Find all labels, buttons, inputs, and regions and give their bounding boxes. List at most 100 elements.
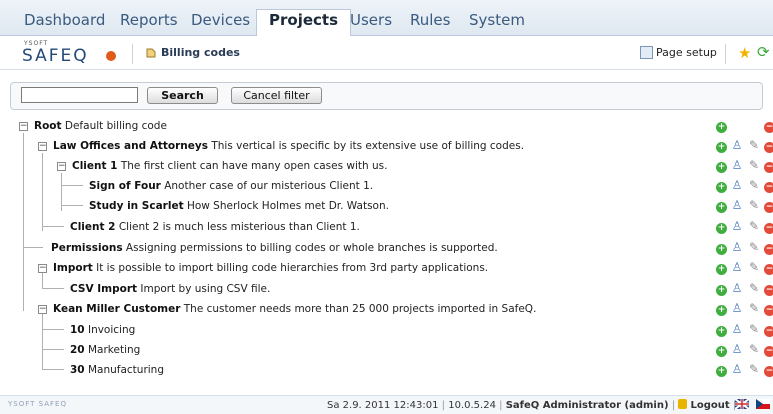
edit-wrench-icon[interactable]: ✎ bbox=[748, 220, 760, 232]
delete-icon[interactable]: − bbox=[764, 264, 773, 275]
add-icon[interactable]: + bbox=[716, 326, 727, 337]
billing-code-description: How Sherlock Holmes met Dr. Watson. bbox=[186, 200, 389, 212]
permissions-user-icon[interactable]: ♙ bbox=[731, 159, 743, 171]
billing-code-description: Default billing code bbox=[64, 120, 167, 132]
collapse-toggle-icon[interactable]: − bbox=[38, 142, 47, 151]
footer-datetime: Sa 2.9. 2011 12:43:01 bbox=[327, 400, 439, 411]
footer-ip: 10.0.5.24 bbox=[448, 400, 496, 411]
collapse-toggle-icon[interactable]: − bbox=[57, 162, 66, 171]
edit-wrench-icon[interactable]: ✎ bbox=[748, 282, 760, 294]
delete-icon[interactable]: − bbox=[764, 305, 773, 316]
delete-icon[interactable]: − bbox=[764, 285, 773, 296]
footer-separator: | bbox=[441, 400, 446, 411]
edit-wrench-icon[interactable]: ✎ bbox=[748, 302, 760, 314]
billing-code: Study in Scarlet bbox=[89, 200, 184, 212]
permissions-user-icon[interactable]: ♙ bbox=[731, 343, 743, 355]
permissions-user-icon[interactable]: ♙ bbox=[731, 220, 743, 232]
delete-icon[interactable]: − bbox=[764, 202, 773, 213]
billing-code: Law Offices and Attorneys bbox=[53, 140, 208, 152]
logout-link[interactable]: Logout bbox=[690, 400, 729, 411]
delete-icon[interactable]: − bbox=[764, 182, 773, 193]
billing-code-description: Another case of our misterious Client 1. bbox=[164, 180, 374, 192]
permissions-user-icon[interactable]: ♙ bbox=[731, 363, 743, 375]
edit-wrench-icon[interactable]: ✎ bbox=[748, 241, 760, 253]
tree-row[interactable]: 20 Marketing + ♙ ✎ − bbox=[0, 342, 773, 360]
tree-row[interactable]: 30 Manufacturing + ♙ ✎ − bbox=[0, 362, 773, 380]
tree-row[interactable]: − Import It is possible to import billin… bbox=[0, 260, 773, 278]
billing-code: Client 2 bbox=[70, 221, 116, 233]
delete-icon[interactable]: − bbox=[764, 244, 773, 255]
tree-row[interactable]: − Client 1 The first client can have man… bbox=[0, 158, 773, 176]
collapse-toggle-icon[interactable]: − bbox=[38, 305, 47, 314]
collapse-toggle-icon[interactable]: − bbox=[38, 264, 47, 273]
billing-code: Permissions bbox=[51, 242, 123, 254]
tree-row[interactable]: 10 Invoicing + ♙ ✎ − bbox=[0, 322, 773, 340]
billing-code: 30 bbox=[70, 364, 85, 376]
add-icon[interactable]: + bbox=[716, 264, 727, 275]
add-icon[interactable]: + bbox=[716, 366, 727, 377]
edit-wrench-icon[interactable]: ✎ bbox=[748, 261, 760, 273]
billing-code-description: Assigning permissions to billing codes o… bbox=[125, 242, 498, 254]
tree-row[interactable]: Permissions Assigning permissions to bil… bbox=[0, 240, 773, 258]
billing-code-description: Manufacturing bbox=[87, 364, 165, 376]
permissions-user-icon[interactable]: ♙ bbox=[731, 179, 743, 191]
delete-icon[interactable]: − bbox=[764, 122, 773, 133]
tree-row[interactable]: Study in Scarlet How Sherlock Holmes met… bbox=[0, 198, 773, 216]
billing-code-description: The customer needs more than 25 000 proj… bbox=[183, 303, 537, 315]
footer-logo: YSOFT SAFEQ bbox=[8, 400, 67, 408]
billing-code: Import bbox=[53, 262, 93, 274]
billing-code-description: The first client can have many open case… bbox=[120, 160, 388, 172]
add-icon[interactable]: + bbox=[716, 285, 727, 296]
add-icon[interactable]: + bbox=[716, 182, 727, 193]
edit-wrench-icon[interactable]: ✎ bbox=[748, 199, 760, 211]
permissions-user-icon[interactable]: ♙ bbox=[731, 282, 743, 294]
footer-separator: | bbox=[499, 400, 503, 411]
add-icon[interactable]: + bbox=[716, 223, 727, 234]
billing-code: 20 bbox=[70, 344, 85, 356]
lock-icon bbox=[678, 399, 688, 409]
billing-code: Client 1 bbox=[72, 160, 118, 172]
edit-wrench-icon[interactable]: ✎ bbox=[748, 363, 760, 375]
permissions-user-icon[interactable]: ♙ bbox=[731, 302, 743, 314]
edit-wrench-icon[interactable]: ✎ bbox=[748, 323, 760, 335]
billing-code-description: Marketing bbox=[87, 344, 141, 356]
billing-code-tree: − Root Default billing code + − − Law Of… bbox=[0, 0, 773, 414]
edit-wrench-icon[interactable]: ✎ bbox=[748, 343, 760, 355]
permissions-user-icon[interactable]: ♙ bbox=[731, 241, 743, 253]
footer-status: Sa 2.9. 2011 12:43:01 | 10.0.5.24 | Safe… bbox=[327, 399, 736, 411]
edit-wrench-icon[interactable]: ✎ bbox=[748, 179, 760, 191]
czech-flag-icon[interactable] bbox=[756, 399, 770, 409]
add-icon[interactable]: + bbox=[716, 244, 727, 255]
delete-icon[interactable]: − bbox=[764, 162, 773, 173]
delete-icon[interactable]: − bbox=[764, 326, 773, 337]
footer-separator: | bbox=[671, 400, 676, 411]
permissions-user-icon[interactable]: ♙ bbox=[731, 261, 743, 273]
add-icon[interactable]: + bbox=[716, 202, 727, 213]
collapse-toggle-icon[interactable]: − bbox=[19, 122, 28, 131]
permissions-user-icon[interactable]: ♙ bbox=[731, 139, 743, 151]
add-icon[interactable]: + bbox=[716, 122, 727, 133]
billing-code: CSV Import bbox=[70, 283, 138, 295]
delete-icon[interactable]: − bbox=[764, 346, 773, 357]
delete-icon[interactable]: − bbox=[764, 366, 773, 377]
add-icon[interactable]: + bbox=[716, 162, 727, 173]
delete-icon[interactable]: − bbox=[764, 223, 773, 234]
add-icon[interactable]: + bbox=[716, 142, 727, 153]
tree-row-root[interactable]: − Root Default billing code + − bbox=[0, 118, 773, 136]
edit-wrench-icon[interactable]: ✎ bbox=[748, 159, 760, 171]
tree-row[interactable]: − Law Offices and Attorneys This vertica… bbox=[0, 138, 773, 156]
delete-icon[interactable]: − bbox=[764, 142, 773, 153]
permissions-user-icon[interactable]: ♙ bbox=[731, 199, 743, 211]
billing-code-description: Client 2 is much less misterious than Cl… bbox=[118, 221, 360, 233]
billing-code: Root bbox=[34, 120, 62, 132]
permissions-user-icon[interactable]: ♙ bbox=[731, 323, 743, 335]
english-flag-icon[interactable] bbox=[735, 399, 749, 409]
tree-row[interactable]: CSV Import Import by using CSV file. + ♙… bbox=[0, 281, 773, 299]
tree-row[interactable]: Client 2 Client 2 is much less misteriou… bbox=[0, 219, 773, 237]
billing-code-description: This vertical is specific by its extensi… bbox=[211, 140, 525, 152]
add-icon[interactable]: + bbox=[716, 305, 727, 316]
tree-row[interactable]: Sign of Four Another case of our misteri… bbox=[0, 178, 773, 196]
add-icon[interactable]: + bbox=[716, 346, 727, 357]
tree-row[interactable]: − Kean Miller Customer The customer need… bbox=[0, 301, 773, 319]
edit-wrench-icon[interactable]: ✎ bbox=[748, 139, 760, 151]
